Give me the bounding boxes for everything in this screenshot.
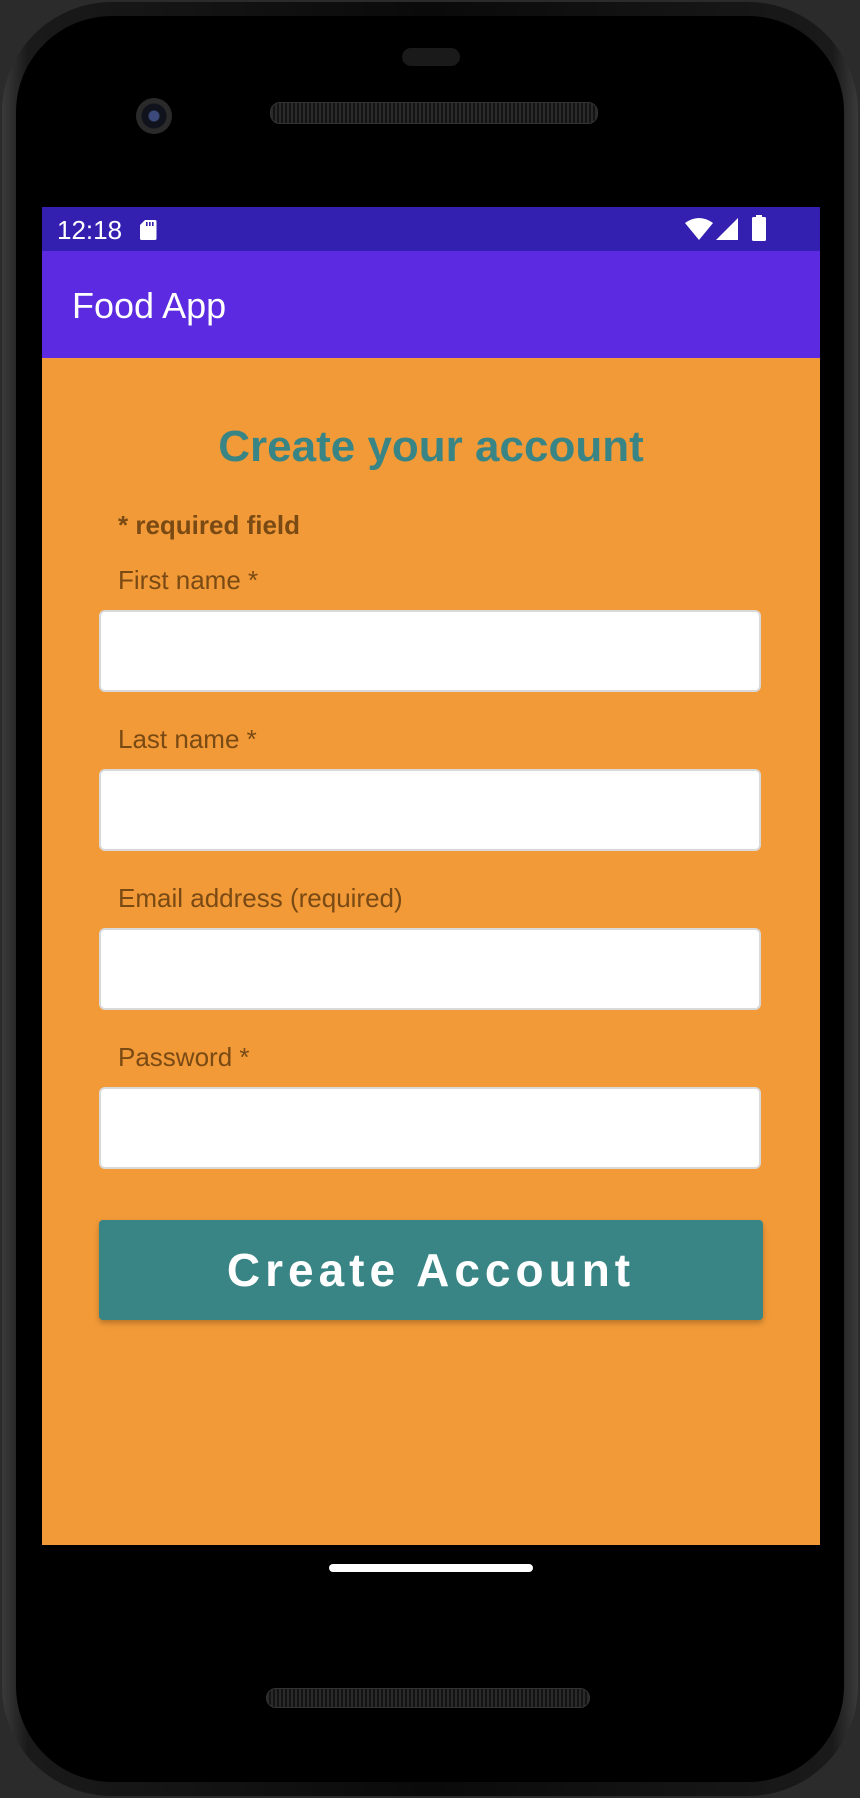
app-bar: Food App [42,251,820,358]
email-input[interactable] [99,928,761,1010]
sd-card-icon [140,220,157,240]
battery-icon [752,215,766,241]
earpiece [402,48,460,66]
last-name-label: Last name * [118,724,257,754]
last-name-input[interactable] [99,769,761,851]
email-label: Email address (required) [118,883,403,913]
wifi-icon [685,218,713,240]
top-speaker-grille [270,102,598,124]
app-screen: 12:18 Food App Create your account * req… [42,207,820,1545]
bottom-speaker-grille [266,1688,590,1708]
page-title: Create your account [218,422,644,471]
app-title: Food App [72,285,227,326]
required-field-note: * required field [118,510,301,540]
first-name-label: First name * [118,565,259,595]
status-bar: 12:18 [42,207,820,251]
front-camera-icon [136,98,172,134]
password-input[interactable] [99,1087,761,1169]
password-label: Password * [118,1042,250,1072]
cell-signal-icon [716,218,738,240]
status-time: 12:18 [57,215,123,245]
home-indicator[interactable] [329,1564,533,1572]
first-name-input[interactable] [99,610,761,692]
create-account-button[interactable]: Create Account [99,1220,763,1320]
